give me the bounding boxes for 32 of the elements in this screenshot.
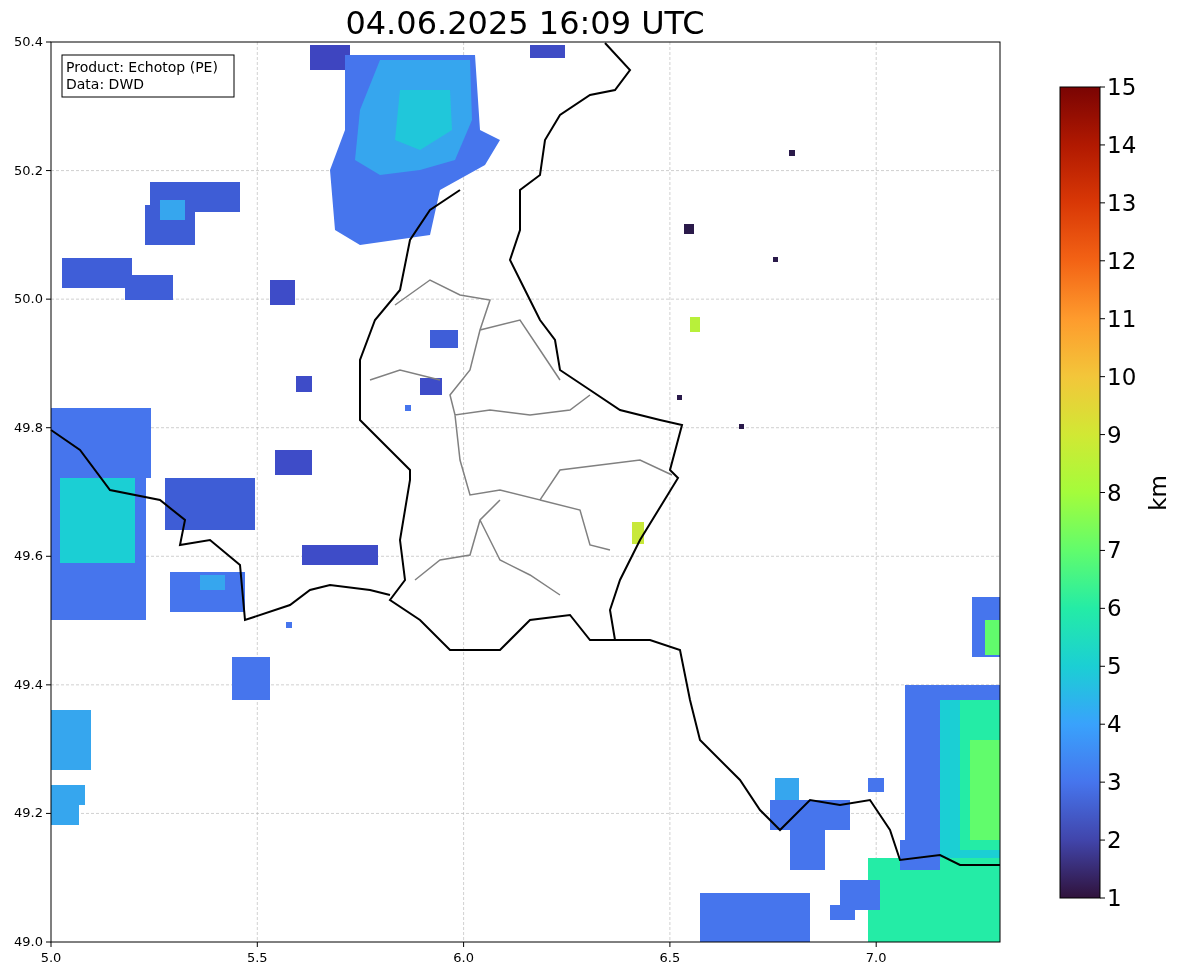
- axis-tick-label: 49.4: [14, 676, 43, 692]
- colorbar-tick-label: 12: [1107, 247, 1137, 274]
- colorbar-tick-label: 10: [1107, 363, 1137, 390]
- legend-text: Product: Echotop (PE): [66, 59, 218, 75]
- axis-tick-label: 7.0: [865, 950, 887, 965]
- colorbar-tick-label: 6: [1107, 595, 1122, 622]
- colorbar-tick-label: 9: [1107, 421, 1122, 448]
- axis-tick-label: 50.4: [14, 34, 43, 49]
- axis-tick-label: 50.0: [14, 291, 43, 307]
- colorbar-tick-label: 5: [1107, 653, 1122, 680]
- colorbar-tick-label: 7: [1107, 537, 1122, 564]
- colorbar-tick-label: 14: [1107, 131, 1137, 158]
- axis-tick-label: 49.8: [14, 419, 43, 435]
- axis-tick-label: 6.5: [659, 950, 681, 965]
- axis-tick-label: 49.0: [14, 934, 43, 949]
- axis-tick-label: 6.0: [453, 950, 474, 965]
- colorbar-tick-label: 11: [1107, 305, 1137, 332]
- colorbar-tick-label: 15: [1107, 74, 1137, 100]
- axis-tick-label: 49.6: [14, 548, 43, 564]
- axis-tick-label: 49.2: [14, 805, 43, 821]
- colorbar-tick-label: 8: [1107, 479, 1122, 506]
- colorbar-tick-label: 1: [1107, 885, 1122, 911]
- plot-title: 04.06.2025 16:09 UTC: [345, 4, 705, 42]
- axis-tick-label: 50.2: [14, 162, 43, 178]
- colorbar-tick-label: 3: [1107, 769, 1122, 796]
- axis-tick-label: 5.0: [40, 950, 62, 965]
- colorbar-tick-label: 2: [1107, 827, 1122, 854]
- colorbar-label: km: [1145, 475, 1171, 511]
- colorbar-tick-label: 4: [1107, 711, 1122, 738]
- colorbar-tick-label: 13: [1107, 189, 1137, 216]
- axis-tick-label: 5.5: [246, 950, 268, 965]
- legend-text: Data: DWD: [66, 76, 144, 92]
